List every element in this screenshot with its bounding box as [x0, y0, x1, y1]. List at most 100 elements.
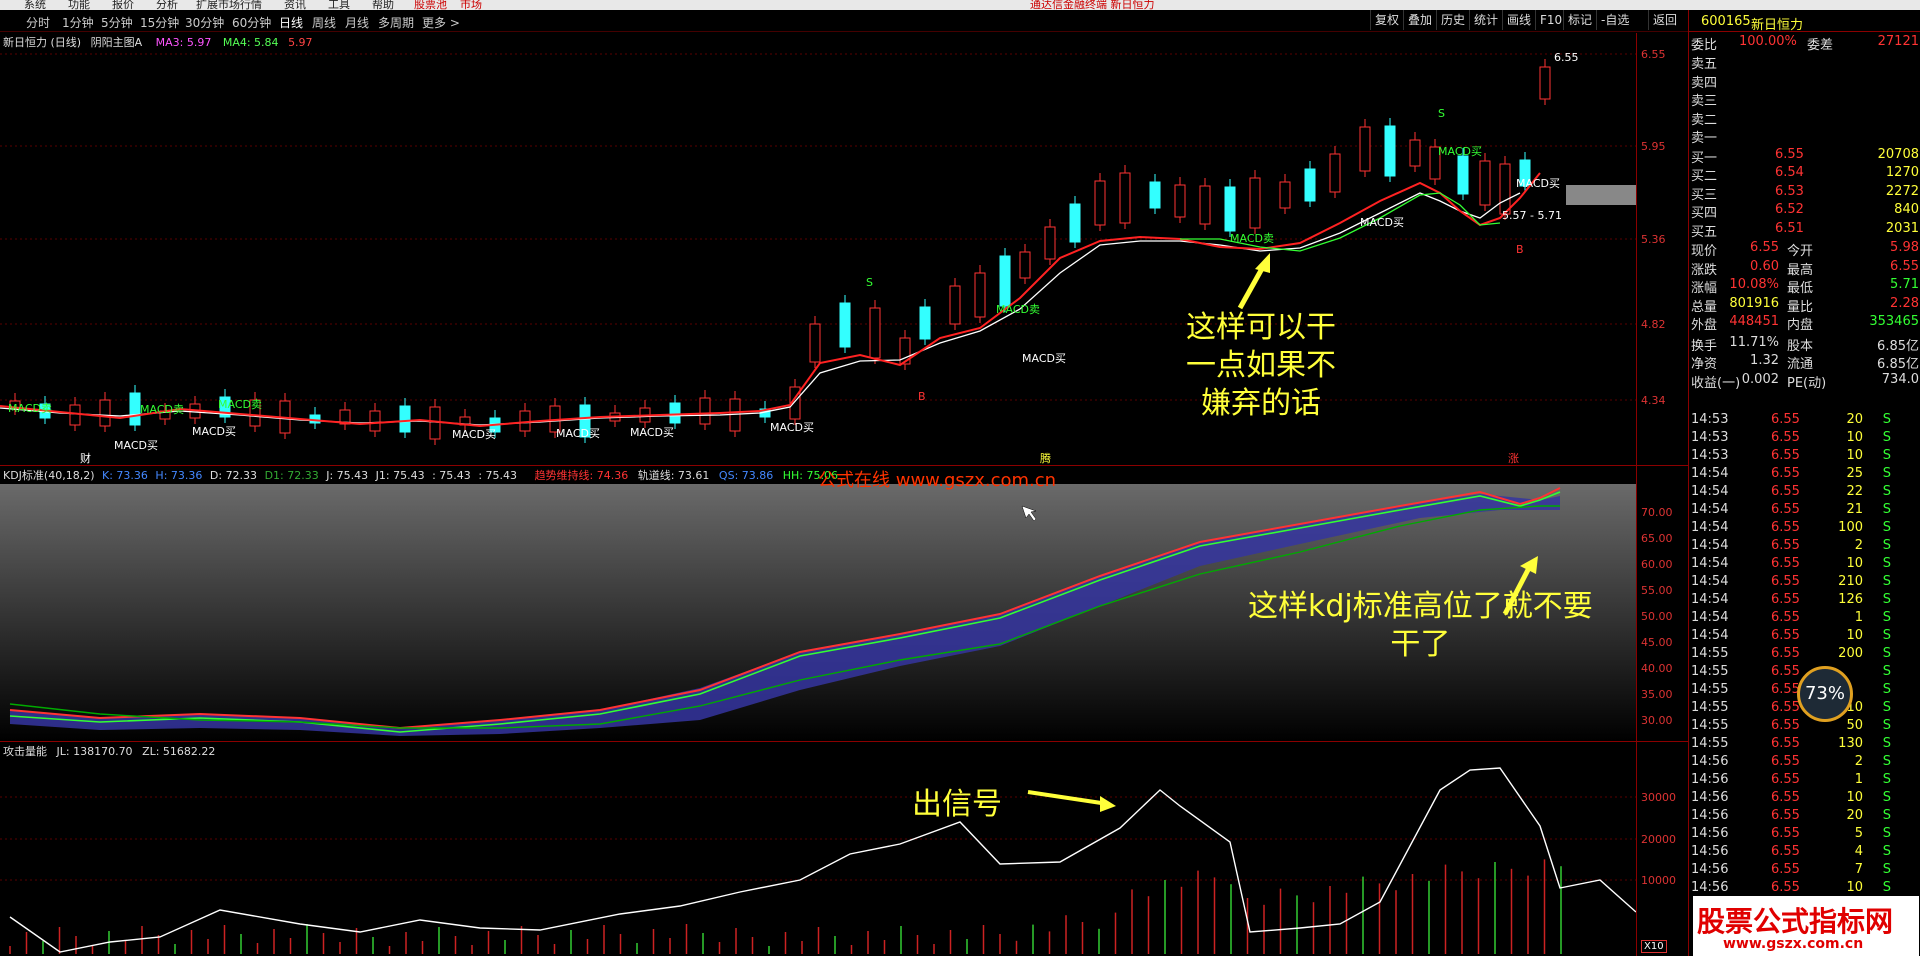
candlestick	[1359, 126, 1371, 172]
tick-side: S	[1882, 736, 1891, 751]
button-overlay[interactable]: 叠加	[1403, 10, 1436, 30]
menu-stock-pool[interactable]: 股票池	[414, 0, 447, 10]
signal-label: MACD买	[770, 421, 814, 434]
annotation-arrowhead	[1255, 253, 1270, 273]
tick-volume: 2	[1854, 754, 1863, 769]
volume-panel[interactable]: 攻击量能 JL: 138170.70 ZL: 51682.22 出信号	[0, 742, 1636, 956]
menu-extended[interactable]: 扩展市场行情	[196, 0, 262, 10]
event-marker[interactable]: 涨	[1508, 450, 1519, 465]
button-stats[interactable]: 统计	[1469, 10, 1502, 30]
volume-scale[interactable]: X10	[1641, 940, 1667, 953]
stock-name: 新日恒力	[1751, 18, 1804, 33]
tick-volume: 10	[1846, 790, 1863, 805]
signal-label: MACD卖	[996, 303, 1040, 316]
kline-panel[interactable]: 新日恒力 (日线) 阴阳主图A MA3: 5.97 MA4: 5.84 5.97…	[0, 33, 1636, 465]
kdj-tick: 65.00	[1641, 532, 1673, 545]
button-back[interactable]: 返回	[1648, 10, 1681, 30]
tick-side: S	[1882, 538, 1891, 553]
stat-label: 今开	[1787, 244, 1814, 259]
menu-quote[interactable]: 报价	[112, 0, 134, 10]
quote-header: 600165 新日恒力	[1689, 10, 1920, 33]
stat-label: 换手	[1691, 338, 1718, 354]
button-fuquan[interactable]: 复权	[1370, 10, 1403, 30]
tick-time: 14:56	[1691, 826, 1729, 841]
tick-price: 6.55	[1771, 682, 1800, 697]
tick-side: S	[1882, 484, 1891, 499]
period-15min[interactable]: 15分钟	[140, 14, 179, 31]
event-marker[interactable]: 财	[80, 450, 91, 465]
period-weekly[interactable]: 周线	[312, 14, 336, 31]
tick-row: 14:55 6.55 200 S	[1691, 645, 1919, 663]
menu-news[interactable]: 资讯	[284, 0, 306, 10]
candlestick	[919, 306, 931, 340]
b-signal: B	[1516, 243, 1524, 256]
tick-price: 6.55	[1771, 628, 1800, 643]
price-tick: 4.34	[1641, 394, 1666, 407]
tick-price: 6.55	[1771, 664, 1800, 679]
tick-price: 6.55	[1771, 466, 1800, 481]
candlestick	[669, 402, 681, 424]
period-multi[interactable]: 多周期	[378, 14, 414, 31]
button-draw[interactable]: 画线	[1502, 10, 1535, 30]
button-watchlist[interactable]: -自选	[1596, 10, 1633, 30]
candlestick	[1279, 181, 1291, 209]
watermark-text: 公式在线 www.gszx.com.cn	[818, 470, 1057, 491]
volume-ratio-gauge[interactable]: 73%	[1797, 666, 1853, 722]
annotation-text-kdj: 这样kdj标准高位了就不要 干了	[1248, 588, 1593, 664]
menu-tools[interactable]: 工具	[328, 0, 350, 10]
candlestick	[1149, 181, 1161, 209]
signal-label: MACD卖	[8, 402, 52, 415]
event-marker[interactable]: 腾	[1040, 450, 1051, 465]
volume-tick: 10000	[1641, 874, 1676, 887]
quote-row: 现价 6.55 今开 5.98	[1691, 239, 1919, 259]
menu-help[interactable]: 帮助	[372, 0, 394, 10]
tick-volume: 130	[1838, 736, 1863, 751]
quote-row: 卖三	[1691, 89, 1919, 109]
kdj-panel[interactable]: KDJ标准(40,18,2) K: 73.36 H: 73.36 D: 72.3…	[0, 466, 1636, 741]
annotation-arrow	[1237, 263, 1267, 310]
period-monthly[interactable]: 月线	[345, 14, 369, 31]
period-60min[interactable]: 60分钟	[232, 14, 271, 31]
tick-time: 14:56	[1691, 862, 1729, 877]
tick-row: 14:54 6.55 21 S	[1691, 501, 1919, 519]
kdj-tick: 55.00	[1641, 584, 1673, 597]
price-tick: 5.36	[1641, 233, 1666, 246]
stat-value: 6.55	[1890, 258, 1919, 274]
button-f10[interactable]: F10	[1535, 10, 1566, 30]
tick-side: S	[1882, 880, 1891, 895]
button-mark[interactable]: 标记	[1563, 10, 1596, 30]
annotation-line: 一点如果不	[1186, 348, 1336, 383]
period-30min[interactable]: 30分钟	[185, 14, 224, 31]
menu-system[interactable]: 系统	[24, 0, 46, 10]
annotation-line: 干了	[1390, 627, 1451, 662]
tick-price: 6.55	[1771, 826, 1800, 841]
period-more[interactable]: 更多 >	[422, 14, 460, 31]
stat-label: 总量	[1691, 299, 1718, 315]
stock-code: 600165	[1701, 14, 1751, 29]
stat-value: 10.08%	[1729, 277, 1779, 292]
menu-market[interactable]: 市场	[460, 0, 482, 10]
button-history[interactable]: 历史	[1436, 10, 1469, 30]
period-5min[interactable]: 5分钟	[101, 14, 133, 31]
bid-price: 6.53	[1775, 183, 1804, 199]
menu-analysis[interactable]: 分析	[156, 0, 178, 10]
tick-price: 6.55	[1771, 646, 1800, 661]
stat-value: 6.85亿	[1877, 338, 1919, 354]
tick-row: 14:54 6.55 10 S	[1691, 555, 1919, 573]
tick-time: 14:53	[1691, 412, 1729, 427]
stat-value: 5.71	[1890, 277, 1919, 292]
tick-price: 6.55	[1771, 412, 1800, 427]
period-daily[interactable]: 日线	[279, 14, 303, 31]
menu-function[interactable]: 功能	[68, 0, 90, 10]
period-fenshi[interactable]: 分时	[26, 14, 50, 31]
stat-label: 外盘	[1691, 318, 1718, 333]
bid-price: 6.52	[1775, 202, 1804, 217]
tick-price: 6.55	[1771, 574, 1800, 589]
tick-price: 6.55	[1771, 754, 1800, 769]
period-1min[interactable]: 1分钟	[62, 14, 94, 31]
tick-time: 14:54	[1691, 538, 1729, 553]
stat-label: 净资	[1691, 357, 1718, 372]
wb-value: 100.00%	[1739, 34, 1797, 49]
ask-label: 卖四	[1691, 75, 1718, 91]
tick-row: 14:56 6.55 10 S	[1691, 789, 1919, 807]
